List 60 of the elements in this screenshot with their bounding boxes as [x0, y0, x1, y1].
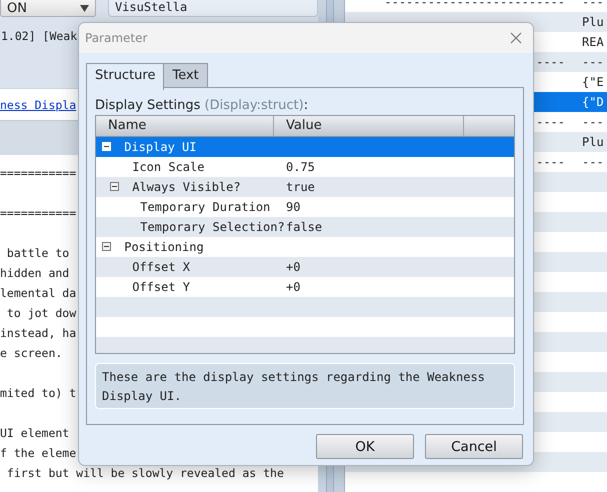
help-text-line: UI element	[0, 426, 70, 440]
list-cell: ----	[536, 55, 565, 69]
list-cell: Plu	[582, 15, 604, 29]
tree-value: false	[286, 220, 322, 234]
list-cell: ---	[582, 155, 604, 169]
help-text-line: f the eleme	[0, 446, 76, 460]
tree-value: 0.75	[286, 160, 315, 174]
tree-row[interactable]: Display UI	[96, 137, 514, 157]
tree-row[interactable]: Temporary Selection?false	[96, 217, 514, 237]
help-text-line: ===========	[0, 206, 76, 220]
list-cell: ---	[582, 55, 604, 69]
help-text-line: first but will be slowly revealed as the	[6, 466, 284, 480]
list-cell: ---	[582, 0, 604, 9]
list-cell: ----	[536, 155, 565, 169]
tree-value: +0	[286, 260, 300, 274]
column-header[interactable]: Name	[96, 116, 274, 136]
help-text-line: lemental da	[0, 286, 76, 300]
list-cell: ----	[536, 115, 565, 129]
tree-label: Temporary Duration	[140, 200, 270, 214]
tree-value: 90	[286, 200, 300, 214]
author-field[interactable]: VisuStella	[108, 0, 318, 17]
tree-row[interactable]: Always Visible? true	[96, 177, 514, 197]
tree-label: Display UI	[124, 140, 196, 154]
description-box: These are the display settings regarding the Weakness Display UI.	[95, 363, 515, 409]
help-text-line: instead, ha	[0, 326, 76, 340]
dialog-button[interactable]: Cancel	[425, 434, 523, 459]
help-text-line: hidden and	[0, 266, 70, 280]
help-link[interactable]: ness Displa	[0, 98, 76, 112]
list-cell: -------------------------	[384, 0, 565, 9]
list-cell: ---	[582, 115, 604, 129]
tree-label: Positioning	[124, 240, 204, 254]
tree-label: Always Visible?	[132, 180, 241, 194]
collapse-icon[interactable]	[110, 182, 119, 191]
list-cell: {"D	[582, 95, 604, 109]
help-text-line: mited to) t	[0, 386, 76, 400]
tree-label: Icon Scale	[132, 160, 204, 174]
tab[interactable]: Text	[163, 63, 208, 88]
tree-value: +0	[286, 280, 300, 294]
field-label: Display Settings (Display:struct):	[95, 98, 310, 113]
collapse-icon[interactable]	[102, 242, 111, 251]
tab[interactable]: Structure	[86, 63, 164, 90]
help-text-line: ===========	[0, 166, 76, 180]
tree-label: Temporary Selection?	[140, 220, 285, 234]
help-text-line: e screen.	[0, 346, 62, 360]
caret-icon	[80, 4, 89, 12]
dialog-button[interactable]: OK	[316, 434, 414, 459]
list-cell: REA	[582, 35, 604, 49]
dialog-title: Parameter	[85, 31, 148, 45]
tree-label: Offset X	[132, 260, 190, 274]
list-cell: Plu	[582, 135, 604, 149]
tree-row[interactable]: Offset X +0	[96, 257, 514, 277]
column-header[interactable]: Value	[274, 116, 464, 136]
help-heading: 1.02] [Weak	[0, 29, 78, 43]
tree-value: true	[286, 180, 315, 194]
close-icon[interactable]	[510, 32, 522, 44]
tree-label: Offset Y	[132, 280, 190, 294]
list-cell: {"E	[582, 75, 604, 89]
help-text-line: battle to	[6, 246, 70, 260]
mode-dropdown[interactable]: ON	[0, 0, 96, 17]
help-text-line: to jot dow	[6, 306, 76, 320]
